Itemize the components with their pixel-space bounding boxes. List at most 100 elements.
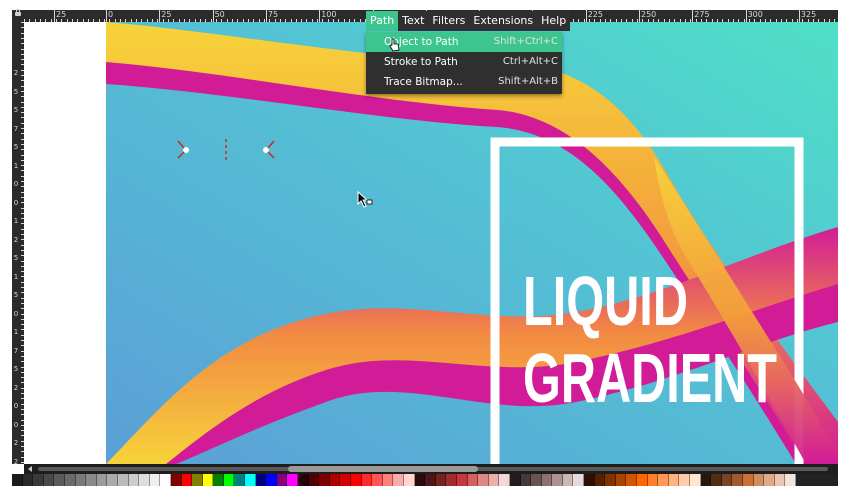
color-swatch[interactable]	[149, 474, 161, 486]
color-swatch[interactable]	[96, 474, 108, 486]
color-swatch[interactable]	[213, 474, 224, 486]
color-swatch[interactable]	[298, 474, 309, 486]
color-swatch[interactable]	[435, 474, 447, 486]
color-swatch[interactable]	[679, 474, 690, 486]
color-swatch[interactable]	[340, 474, 351, 486]
ruler-label: 2	[13, 457, 19, 464]
color-swatch[interactable]	[764, 474, 775, 486]
color-swatch[interactable]	[552, 474, 563, 486]
color-swatch[interactable]	[170, 474, 182, 486]
vertical-ruler[interactable]: 2 5 5 7 5 1 0 0 1 2 5 1 5 0 1 7 5 2 0 0 2 2	[12, 22, 24, 464]
color-swatch[interactable]	[499, 474, 510, 486]
color-swatch[interactable]	[488, 474, 500, 486]
ruler-label: 0	[108, 10, 114, 19]
color-swatch[interactable]	[446, 474, 457, 486]
color-swatch[interactable]	[594, 474, 606, 486]
color-swatch[interactable]	[584, 474, 595, 486]
color-swatch[interactable]	[700, 474, 712, 486]
color-swatch[interactable]	[753, 474, 765, 486]
color-swatch[interactable]	[509, 474, 521, 486]
color-swatch[interactable]	[626, 474, 638, 486]
color-swatch[interactable]	[329, 474, 341, 486]
lock-icon[interactable]	[15, 9, 21, 16]
color-swatch[interactable]	[255, 474, 267, 486]
color-swatch[interactable]	[54, 474, 65, 486]
color-swatch[interactable]	[308, 474, 320, 486]
color-swatch[interactable]	[372, 474, 383, 486]
color-swatch[interactable]	[562, 474, 574, 486]
color-swatch[interactable]	[785, 474, 796, 486]
color-swatch[interactable]	[266, 474, 277, 486]
color-swatch[interactable]	[403, 474, 415, 486]
color-swatch[interactable]	[192, 474, 203, 486]
color-swatch[interactable]	[615, 474, 627, 486]
color-swatch[interactable]	[361, 474, 373, 486]
ruler-label: 25	[161, 10, 172, 19]
color-swatch[interactable]	[64, 474, 76, 486]
color-swatch[interactable]	[637, 474, 648, 486]
menu-item-shortcut: Shift+Ctrl+C	[493, 36, 558, 47]
color-swatch[interactable]	[202, 474, 214, 486]
menu-help[interactable]: Help	[537, 11, 570, 31]
menu-path[interactable]: Path	[366, 11, 399, 31]
color-palette	[12, 474, 838, 486]
color-swatch[interactable]	[245, 474, 256, 486]
color-swatch[interactable]	[742, 474, 754, 486]
color-swatch[interactable]	[22, 474, 34, 486]
color-swatch[interactable]	[12, 474, 23, 486]
ruler-tick	[265, 10, 267, 22]
color-swatch[interactable]	[647, 474, 659, 486]
color-swatch[interactable]	[668, 474, 680, 486]
color-swatch[interactable]	[75, 474, 87, 486]
color-swatch[interactable]	[33, 474, 44, 486]
color-swatch[interactable]	[414, 474, 426, 486]
color-swatch[interactable]	[456, 474, 468, 486]
color-swatch[interactable]	[223, 474, 235, 486]
color-swatch[interactable]	[234, 474, 246, 486]
ruler-label: 325	[800, 10, 817, 19]
color-swatch[interactable]	[541, 474, 553, 486]
color-swatch[interactable]	[351, 474, 362, 486]
menu-filters[interactable]: Filters	[428, 11, 469, 31]
color-swatch[interactable]	[319, 474, 330, 486]
color-swatch[interactable]	[573, 474, 585, 486]
color-swatch[interactable]	[107, 474, 118, 486]
color-swatch[interactable]	[478, 474, 489, 486]
color-swatch[interactable]	[467, 474, 479, 486]
scrollbar-thumb[interactable]	[288, 466, 478, 472]
color-swatch[interactable]	[425, 474, 436, 486]
color-swatch[interactable]	[276, 474, 288, 486]
color-swatch[interactable]	[117, 474, 129, 486]
color-swatch[interactable]	[658, 474, 669, 486]
color-swatch[interactable]	[531, 474, 542, 486]
color-swatch[interactable]	[128, 474, 140, 486]
ruler-label: 2	[13, 69, 19, 77]
color-swatch[interactable]	[732, 474, 743, 486]
color-swatch[interactable]	[774, 474, 786, 486]
color-swatch[interactable]	[393, 474, 404, 486]
menu-item-stroke-to-path[interactable]: Stroke to Path Ctrl+Alt+C	[366, 52, 562, 72]
color-swatch[interactable]	[382, 474, 394, 486]
color-swatch[interactable]	[160, 474, 171, 486]
color-swatch[interactable]	[605, 474, 616, 486]
ruler-label: 1	[13, 272, 19, 281]
arrow-left-icon[interactable]	[28, 466, 32, 472]
arrow-pointer-icon	[357, 190, 373, 208]
color-swatch[interactable]	[139, 474, 150, 486]
color-swatch[interactable]	[721, 474, 733, 486]
color-swatch[interactable]	[520, 474, 532, 486]
color-swatch[interactable]	[86, 474, 97, 486]
color-swatch[interactable]	[181, 474, 193, 486]
ruler-corner[interactable]	[12, 9, 24, 22]
menu-item-shortcut: Shift+Alt+B	[498, 76, 558, 87]
color-swatch[interactable]	[287, 474, 299, 486]
ruler-label: 50	[214, 10, 225, 19]
menu-extensions[interactable]: Extensions	[469, 11, 537, 31]
menu-item-trace-bitmap[interactable]: Trace Bitmap... Shift+Alt+B	[366, 72, 562, 92]
color-swatch[interactable]	[43, 474, 55, 486]
color-swatch[interactable]	[711, 474, 722, 486]
horizontal-scrollbar[interactable]	[24, 464, 838, 474]
color-swatch[interactable]	[690, 474, 701, 486]
menu-text[interactable]: Text	[398, 11, 428, 31]
ruler-label: 5	[13, 87, 19, 96]
